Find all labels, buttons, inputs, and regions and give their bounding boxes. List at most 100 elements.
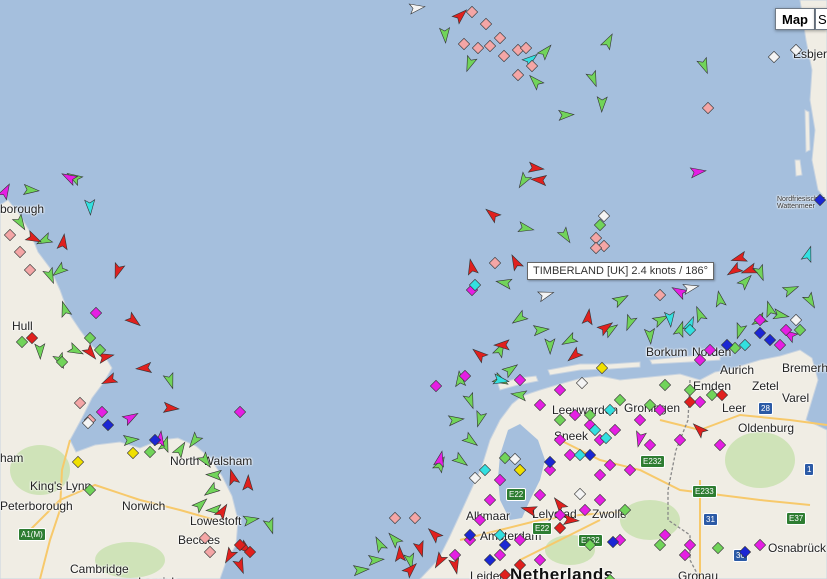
other-vessel-icon[interactable] [533,553,547,567]
cargo-vessel-icon[interactable] [122,434,140,447]
cargo-vessel-icon[interactable] [461,431,480,449]
tanker-vessel-icon[interactable] [562,513,580,525]
tanker-vessel-icon[interactable] [56,233,69,251]
tanker-vessel-icon[interactable] [100,372,119,388]
tug-vessel-icon[interactable] [478,463,492,477]
cargo-vessel-icon[interactable] [371,535,388,554]
fishing-vessel-icon[interactable] [198,531,212,545]
fishing-vessel-icon[interactable] [3,228,17,242]
cargo-vessel-icon[interactable] [83,483,97,497]
cargo-vessel-icon[interactable] [202,481,221,499]
cargo-vessel-icon[interactable] [515,171,533,190]
cargo-vessel-icon[interactable] [510,389,528,402]
cargo-vessel-icon[interactable] [262,516,277,535]
cargo-vessel-icon[interactable] [711,541,725,555]
cargo-vessel-icon[interactable] [732,321,748,340]
cargo-vessel-icon[interactable] [763,300,778,318]
cargo-vessel-icon[interactable] [801,291,819,310]
other-vessel-icon[interactable] [578,503,592,517]
cargo-vessel-icon[interactable] [658,378,672,392]
yacht-icon[interactable] [595,361,609,375]
other-vessel-icon[interactable] [513,373,527,387]
map-type-button-satellite[interactable]: S [815,8,827,30]
tanker-vessel-icon[interactable] [24,230,43,247]
tanker-vessel-icon[interactable] [81,343,99,362]
fishing-vessel-icon[interactable] [488,256,502,270]
other-vessel-icon[interactable] [703,343,717,357]
other-vessel-icon[interactable] [608,423,622,437]
other-vessel-icon[interactable] [533,488,547,502]
tanker-vessel-icon[interactable] [730,250,748,266]
cargo-vessel-icon[interactable] [501,361,520,379]
cargo-vessel-icon[interactable] [772,308,790,322]
other-vessel-icon[interactable] [448,548,462,562]
cargo-vessel-icon[interactable] [583,538,597,552]
fishing-vessel-icon[interactable] [493,31,507,45]
other-vessel-icon[interactable] [533,398,547,412]
cargo-vessel-icon[interactable] [171,440,189,459]
cargo-vessel-icon[interactable] [611,291,630,309]
other-vessel-icon[interactable] [753,538,767,552]
cargo-vessel-icon[interactable] [696,56,712,76]
cargo-vessel-icon[interactable] [526,72,545,91]
cargo-vessel-icon[interactable] [439,26,451,44]
cargo-vessel-icon[interactable] [451,451,470,469]
tanker-vessel-icon[interactable] [527,161,545,174]
unknown-vessel-icon[interactable] [789,43,803,57]
vessel-map[interactable]: Hull Peterborough King's Lynn Norwich North … [0,0,827,579]
cargo-vessel-icon[interactable] [622,313,638,333]
tug-vessel-icon[interactable] [800,245,815,264]
cargo-vessel-icon[interactable] [510,309,529,327]
tug-vessel-icon[interactable] [663,310,675,328]
tug-vessel-icon[interactable] [84,199,96,216]
other-vessel-icon[interactable] [553,383,567,397]
cargo-vessel-icon[interactable] [653,538,667,552]
unknown-vessel-icon[interactable] [767,50,781,64]
cargo-vessel-icon[interactable] [83,331,97,345]
tug-vessel-icon[interactable] [493,528,507,542]
tanker-vessel-icon[interactable] [690,420,709,439]
cargo-vessel-icon[interactable] [532,324,550,337]
cargo-vessel-icon[interactable] [558,109,575,121]
fishing-vessel-icon[interactable] [483,39,497,53]
other-vessel-icon[interactable] [493,473,507,487]
tanker-vessel-icon[interactable] [470,345,489,364]
fishing-vessel-icon[interactable] [408,511,422,525]
tanker-vessel-icon[interactable] [226,468,241,486]
cargo-vessel-icon[interactable] [643,398,657,412]
tanker-vessel-icon[interactable] [530,174,548,187]
other-vessel-icon[interactable] [673,433,687,447]
cargo-vessel-icon[interactable] [495,276,513,290]
other-vessel-icon[interactable] [0,182,14,201]
other-vessel-icon[interactable] [643,438,657,452]
fishing-vessel-icon[interactable] [479,17,493,31]
passenger-vessel-icon[interactable] [498,538,512,552]
other-vessel-icon[interactable] [658,528,672,542]
cargo-vessel-icon[interactable] [536,42,554,61]
cargo-vessel-icon[interactable] [517,221,535,235]
other-vessel-icon[interactable] [429,379,443,393]
other-vessel-icon[interactable] [633,413,647,427]
other-vessel-icon[interactable] [593,493,607,507]
cargo-vessel-icon[interactable] [186,431,204,450]
other-vessel-icon[interactable] [95,405,109,419]
fishing-vessel-icon[interactable] [388,511,402,525]
fishing-vessel-icon[interactable] [23,263,37,277]
other-vessel-icon[interactable] [121,409,140,427]
tanker-vessel-icon[interactable] [581,308,594,326]
cargo-vessel-icon[interactable] [643,327,655,345]
cargo-vessel-icon[interactable] [613,393,627,407]
tanker-vessel-icon[interactable] [725,261,744,280]
tug-vessel-icon[interactable] [738,338,752,352]
cargo-vessel-icon[interactable] [599,32,617,51]
cargo-vessel-icon[interactable] [713,290,727,308]
other-vessel-icon[interactable] [513,533,527,547]
cargo-vessel-icon[interactable] [242,514,260,527]
other-vessel-icon[interactable] [603,458,617,472]
cargo-vessel-icon[interactable] [596,96,608,113]
other-vessel-icon[interactable] [773,338,787,352]
fishing-vessel-icon[interactable] [497,49,511,63]
cargo-vessel-icon[interactable] [22,183,40,195]
other-vessel-icon[interactable] [678,548,692,562]
passenger-vessel-icon[interactable] [813,193,827,207]
